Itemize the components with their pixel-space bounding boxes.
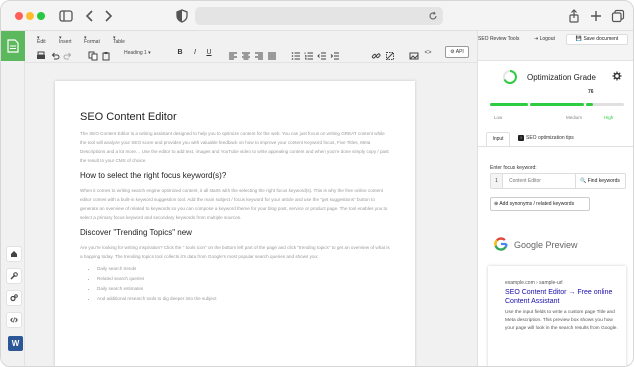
keyword-number: 1 — [491, 174, 503, 188]
browser-toolbar — [1, 1, 633, 31]
document-icon-tab[interactable] — [1, 31, 25, 61]
close-window-button[interactable] — [15, 12, 23, 20]
print-icon[interactable] — [36, 48, 46, 59]
logout-link[interactable]: ⇥ Logout — [534, 36, 555, 42]
focus-keyword-row: 1 Content Editor 🔍 Find keywords — [490, 173, 626, 189]
menu-insert[interactable]: Insert ▾ — [59, 35, 72, 45]
tab-input[interactable]: Input — [486, 132, 510, 146]
grade-high-label: High — [604, 115, 614, 120]
panel-tabs: Input ! SEO optimization tips — [478, 129, 633, 147]
google-preview-heading: Google Preview — [514, 240, 578, 250]
outdent-icon[interactable] — [317, 48, 327, 60]
paste-icon[interactable] — [101, 48, 111, 61]
underline-button[interactable]: U — [204, 48, 214, 58]
image-icon[interactable] — [409, 48, 419, 60]
unlink-icon[interactable] — [385, 48, 395, 60]
list-item: Daily search estimates — [97, 284, 391, 294]
document-icon — [7, 39, 19, 53]
share-icon[interactable] — [567, 9, 581, 23]
code-icon — [10, 317, 18, 323]
doc-paragraph: The SEO Content Editor is a writing assi… — [80, 131, 389, 163]
word-export-icon[interactable]: W — [8, 336, 23, 351]
new-tab-icon[interactable] — [589, 9, 603, 23]
doc-paragraph: When it comes to writing search engine o… — [80, 188, 388, 220]
preview-url: example.com › sample-url — [505, 280, 563, 286]
search-icon: 🔍 — [580, 178, 587, 184]
grade-bar-fill — [530, 103, 584, 106]
source-code-icon[interactable]: <> — [423, 48, 433, 58]
app-window: Edit ▾ Insert ▾ Format ▾ Table ▾ Heading… — [0, 0, 634, 367]
focus-keyword-label: Enter focus keyword: — [490, 165, 537, 171]
doc-list: Daily search trends Related search queri… — [80, 264, 391, 304]
find-keywords-button[interactable]: 🔍 Find keywords — [575, 174, 627, 188]
preview-description[interactable]: Use the input fields to write a custom p… — [505, 309, 618, 332]
align-right-icon[interactable] — [254, 48, 264, 60]
list-item: Related search queries — [97, 274, 391, 284]
add-synonyms-button[interactable]: ⊕ Add synonyms / related keywords — [490, 197, 590, 211]
address-bar[interactable] — [195, 7, 443, 25]
tab-overview-icon[interactable] — [611, 9, 625, 23]
sidebar-toggle-icon[interactable] — [59, 9, 73, 23]
doc-heading: How to select the right focus keyword(s)… — [80, 171, 227, 180]
grade-bar-fill — [490, 103, 528, 106]
tips-icon: ! — [518, 135, 524, 141]
back-icon[interactable] — [83, 9, 97, 23]
list-item: And additional research tools to dig dee… — [97, 294, 391, 304]
grade-medium-label: Medium — [566, 115, 583, 120]
copy-icon[interactable] — [88, 48, 98, 61]
home-button[interactable] — [6, 246, 22, 262]
panel-topbar: SEO Review Tools ⇥ Logout 💾 Save documen… — [478, 31, 633, 61]
reload-icon[interactable] — [428, 11, 438, 21]
seo-review-tools-link[interactable]: SEO Review Tools — [478, 36, 519, 42]
plus-icon: ⊕ — [494, 201, 499, 207]
redo-icon[interactable] — [63, 48, 73, 60]
wrench-icon — [10, 272, 18, 280]
doc-heading: Discover "Trending Topics" new — [80, 228, 192, 237]
settings-icon[interactable] — [612, 71, 622, 81]
menu-edit[interactable]: Edit ▾ — [37, 35, 46, 45]
bullet-list-icon[interactable] — [291, 48, 301, 60]
shield-icon[interactable] — [175, 9, 189, 23]
minimize-window-button[interactable] — [26, 12, 34, 20]
menu-format[interactable]: Format ▾ — [84, 35, 100, 45]
indent-icon[interactable] — [330, 48, 340, 60]
doc-title: SEO Content Editor — [80, 111, 177, 123]
editor-menubar: Edit ▾ Insert ▾ Format ▾ Table ▾ — [25, 31, 477, 45]
align-center-icon[interactable] — [241, 48, 251, 60]
list-item: Daily search trends — [97, 264, 391, 274]
maximize-window-button[interactable] — [37, 12, 45, 20]
grade-bar-fill — [586, 103, 593, 106]
grade-low-label: Low — [494, 115, 503, 120]
grade-title: Optimization Grade — [527, 73, 596, 82]
document-page[interactable]: SEO Content Editor The SEO Content Edito… — [55, 81, 415, 366]
align-justify-icon[interactable] — [267, 48, 277, 60]
doc-paragraph: Are you're looking for writing inspirati… — [80, 245, 390, 259]
home-icon — [11, 251, 17, 257]
api-button[interactable]: ⚙ API — [445, 46, 469, 58]
numbered-list-icon[interactable] — [304, 48, 314, 60]
embed-code-button[interactable] — [6, 312, 22, 328]
heading-select[interactable]: Heading 1 ▾ — [124, 50, 151, 56]
editor-toolbar: Heading 1 ▾ B I U <> ⚙ API — [25, 45, 477, 63]
forward-icon[interactable] — [101, 9, 115, 23]
document-area: SEO Content Editor The SEO Content Edito… — [25, 63, 477, 366]
tools-button[interactable] — [6, 268, 22, 284]
gears-icon — [10, 294, 18, 302]
link-icon[interactable] — [371, 48, 381, 59]
bold-button[interactable]: B — [175, 48, 185, 58]
seo-panel: SEO Review Tools ⇥ Logout 💾 Save documen… — [477, 31, 633, 366]
tab-seo-tips[interactable]: ! SEO optimization tips — [518, 132, 574, 146]
settings-button[interactable] — [6, 290, 22, 306]
align-left-icon[interactable] — [228, 48, 238, 60]
italic-button[interactable]: I — [190, 48, 200, 58]
focus-keyword-input[interactable]: Content Editor — [509, 178, 541, 184]
google-preview-card: example.com › sample-url SEO Content Edi… — [488, 266, 626, 366]
grade-value: 76 — [588, 89, 594, 95]
grade-progress-icon — [503, 70, 517, 84]
undo-icon[interactable] — [50, 48, 60, 60]
save-document-button[interactable]: 💾 Save document — [566, 34, 628, 45]
google-logo-icon — [494, 237, 508, 251]
menu-table[interactable]: Table ▾ — [113, 35, 125, 45]
preview-title[interactable]: SEO Content Editor → Free online Content… — [505, 288, 618, 306]
